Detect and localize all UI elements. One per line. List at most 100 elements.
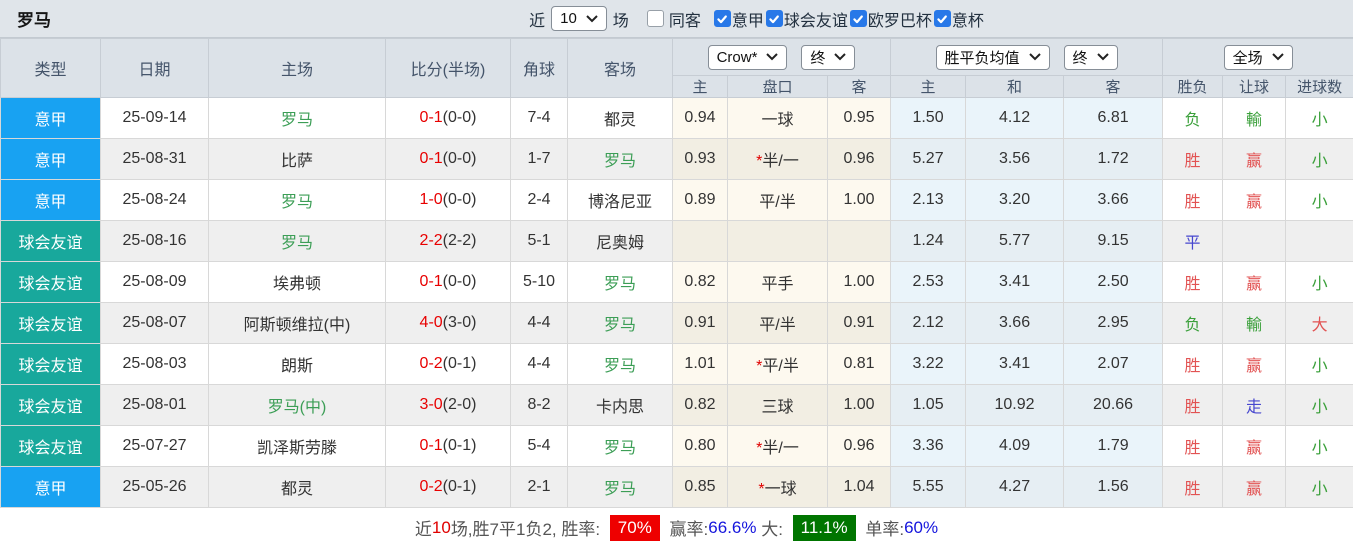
- handicap-odds-away: 1.04: [826, 466, 892, 508]
- league-filter[interactable]: 欧罗巴杯: [849, 7, 932, 31]
- result-wdl: 负: [1162, 97, 1224, 139]
- corners: 5-10: [510, 261, 568, 303]
- match-date: 25-07-27: [100, 425, 209, 467]
- away-team[interactable]: 罗马: [567, 302, 673, 344]
- handicap-odds-away: 1.00: [826, 261, 892, 303]
- halftime-score: (2-0): [442, 396, 477, 413]
- handicap-text: 一球: [761, 112, 794, 129]
- home-team[interactable]: 罗马: [208, 220, 386, 262]
- result-wdl: 胜: [1162, 384, 1224, 426]
- home-team[interactable]: 都灵: [208, 466, 386, 508]
- halftime-score: (0-1): [442, 355, 477, 372]
- league-filter[interactable]: 意甲: [713, 7, 764, 31]
- avg-odds-away: 2.95: [1063, 302, 1164, 344]
- scope-select[interactable]: 全场: [1223, 44, 1293, 70]
- match-date: 25-05-26: [100, 466, 209, 508]
- same-opponent-filter[interactable]: 同客: [646, 7, 701, 31]
- table-row: 意甲 25-08-24 罗马 1-0(0-0) 2-4 博洛尼亚 0.89 平/…: [0, 179, 1353, 221]
- away-team[interactable]: 罗马: [567, 261, 673, 303]
- home-team[interactable]: 朗斯: [208, 343, 386, 385]
- col-header-score: 比分(半场): [385, 38, 511, 98]
- avg-odds-away: 9.15: [1063, 220, 1164, 262]
- result-wdl: 胜: [1162, 466, 1224, 508]
- avg-time-select[interactable]: 终: [1063, 44, 1118, 70]
- handicap-odds-home: 0.82: [672, 261, 728, 303]
- handicap-odds-away: 1.00: [826, 179, 892, 221]
- handicap-text: 三球: [761, 399, 794, 416]
- bookmaker-select-value: Crow*: [716, 48, 758, 66]
- away-team[interactable]: 博洛尼亚: [567, 179, 673, 221]
- handicap-odds-away: 0.96: [826, 425, 892, 467]
- match-type-badge: 球会友谊: [0, 261, 101, 303]
- avg-odds-select[interactable]: 胜平负均值: [935, 44, 1050, 70]
- score-cell: 2-2(2-2): [385, 220, 511, 262]
- match-count-select[interactable]: 10: [551, 6, 607, 31]
- handicap-text: 一球: [764, 481, 797, 498]
- avg-odds-home: 2.53: [890, 261, 967, 303]
- league-filter[interactable]: 意杯: [933, 7, 984, 31]
- away-team[interactable]: 尼奥姆: [567, 220, 673, 262]
- league-filter[interactable]: 球会友谊: [765, 7, 848, 31]
- score-cell: 0-1(0-1): [385, 425, 511, 467]
- handicap-text: 平/半: [759, 317, 796, 334]
- handicap-odds-home: 0.89: [672, 179, 728, 221]
- table-row: 球会友谊 25-08-03 朗斯 0-2(0-1) 4-4 罗马 1.01 *平…: [0, 343, 1353, 385]
- filter-label: 意杯: [951, 12, 984, 30]
- home-team[interactable]: 埃弗顿: [208, 261, 386, 303]
- fulltime-score: 3-0: [419, 396, 443, 413]
- summary-segment: 70%: [609, 514, 660, 541]
- score-cell: 0-2(0-1): [385, 466, 511, 508]
- table-row: 球会友谊 25-08-07 阿斯顿维拉(中) 4-0(3-0) 4-4 罗马 0…: [0, 302, 1353, 344]
- result-handicap: 赢: [1222, 261, 1287, 303]
- table-row: 意甲 25-08-31 比萨 0-1(0-0) 1-7 罗马 0.93 *半/一…: [0, 138, 1353, 180]
- result-goals: 小: [1285, 384, 1353, 426]
- match-type-badge: 球会友谊: [0, 425, 101, 467]
- filter-label: 意甲: [731, 12, 764, 30]
- match-date: 25-08-09: [100, 261, 209, 303]
- home-team[interactable]: 罗马(中): [208, 384, 386, 426]
- result-goals: 小: [1285, 261, 1353, 303]
- away-team[interactable]: 罗马: [567, 425, 673, 467]
- checkbox-checked-icon[interactable]: [765, 10, 783, 27]
- handicap-odds-away: 0.96: [826, 138, 892, 180]
- result-handicap: 赢: [1222, 343, 1287, 385]
- score-cell: 1-0(0-0): [385, 179, 511, 221]
- subcol-avg-away: 客: [1063, 75, 1164, 98]
- home-team[interactable]: 罗马: [208, 97, 386, 139]
- result-wdl: 胜: [1162, 179, 1224, 221]
- checkbox-checked-icon[interactable]: [713, 10, 731, 27]
- match-date: 25-08-07: [100, 302, 209, 344]
- away-team[interactable]: 都灵: [567, 97, 673, 139]
- home-team[interactable]: 阿斯顿维拉(中): [208, 302, 386, 344]
- checkbox-checked-icon[interactable]: [933, 10, 951, 27]
- result-wdl: 胜: [1162, 425, 1224, 467]
- home-team[interactable]: 比萨: [208, 138, 386, 180]
- halftime-score: (0-0): [442, 191, 477, 208]
- avg-odds-draw: 10.92: [965, 384, 1065, 426]
- halftime-score: (0-0): [442, 109, 477, 126]
- handicap-time-select[interactable]: 终: [801, 44, 856, 70]
- match-date: 25-08-03: [100, 343, 209, 385]
- home-team[interactable]: 罗马: [208, 179, 386, 221]
- avg-odds-group-header: 胜平负均值 终: [890, 38, 1164, 76]
- corners: 4-4: [510, 343, 568, 385]
- handicap-odds-home: [672, 220, 728, 262]
- avg-odds-home: 1.24: [890, 220, 967, 262]
- halftime-score: (0-1): [442, 478, 477, 495]
- checkbox-checked-icon[interactable]: [849, 10, 867, 27]
- result-goals: 小: [1285, 343, 1353, 385]
- checkbox-unchecked-icon[interactable]: [646, 10, 664, 27]
- handicap-group-header: Crow* 终: [671, 38, 892, 76]
- handicap-line: *半/一: [727, 138, 828, 180]
- handicap-text: 平/半: [759, 194, 796, 211]
- corners: 4-4: [510, 302, 568, 344]
- result-handicap: 輸: [1222, 97, 1287, 139]
- away-team[interactable]: 卡内思: [567, 384, 673, 426]
- bookmaker-select[interactable]: Crow*: [707, 44, 788, 70]
- near-label: 近: [529, 12, 546, 30]
- away-team[interactable]: 罗马: [567, 138, 673, 180]
- handicap-odds-home: 0.94: [672, 97, 728, 139]
- away-team[interactable]: 罗马: [567, 466, 673, 508]
- home-team[interactable]: 凯泽斯劳滕: [208, 425, 386, 467]
- away-team[interactable]: 罗马: [567, 343, 673, 385]
